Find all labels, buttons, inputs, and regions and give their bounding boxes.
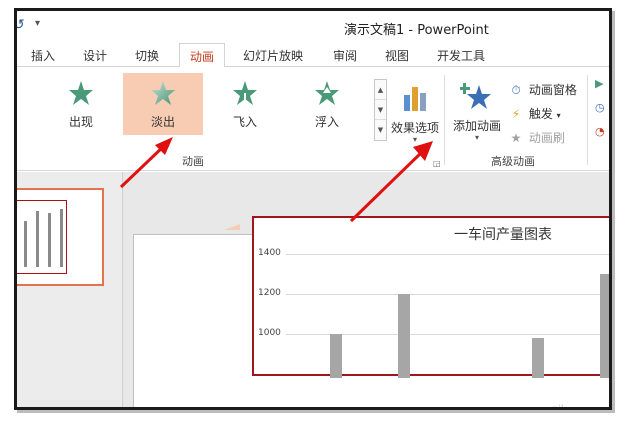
group-separator (444, 75, 445, 165)
ribbon-tabs: 插入 设计 切换 动画 幻灯片放映 审阅 视图 开发工具 (17, 43, 609, 68)
trigger-caret-icon: ▾ (556, 111, 561, 120)
chart-bar (600, 274, 609, 378)
animation-marker-icon (224, 224, 240, 230)
animation-pane-icon: ⏱ (511, 83, 521, 97)
tab-transitions[interactable]: 切换 (135, 47, 159, 64)
animation-appear-label: 出现 (68, 115, 93, 129)
chart-ytick-label: 1000 (258, 328, 281, 338)
chart-bar (398, 294, 410, 378)
gallery-scroll-up-icon[interactable]: ▲ (375, 80, 386, 100)
tab-review[interactable]: 审阅 (333, 47, 357, 64)
animation-appear[interactable]: 出现 (41, 73, 121, 135)
gallery-more-icon[interactable]: ▼ (375, 120, 386, 140)
add-animation-button[interactable]: 添加动画 ▾ (449, 81, 505, 151)
chart-bar (330, 334, 342, 378)
animation-pane-label: 动画窗格 (528, 83, 577, 97)
tab-view[interactable]: 视图 (385, 47, 409, 64)
animation-painter-button[interactable]: ★ 动画刷 (507, 129, 565, 147)
watermark-text: ail (552, 404, 564, 410)
thumbnail-bar (24, 221, 27, 267)
tab-design[interactable]: 设计 (83, 47, 107, 64)
animation-group-label: 动画 (182, 155, 204, 168)
quick-access-dropdown-icon[interactable]: ▾ (35, 18, 40, 29)
tab-animations[interactable]: 动画 (179, 43, 226, 68)
screenshot-frame: ↺ ▾ 演示文稿1 - PowerPoint 插入 设计 切换 动画 幻灯片放映… (14, 8, 612, 410)
animation-painter-icon: ★ (510, 131, 522, 145)
animation-fly-in-label: 飞入 (232, 115, 257, 129)
trigger-label: 触发 (528, 107, 553, 121)
tab-insert[interactable]: 插入 (31, 47, 55, 64)
thumbnail-chart (17, 200, 67, 274)
annotation-arrow-effect-options (349, 141, 433, 223)
thumbnail-bar (48, 213, 51, 267)
thumbnail-bar (36, 211, 39, 267)
trigger-button[interactable]: ⚡ 触发 ▾ (507, 105, 561, 123)
chart-object[interactable]: 一车间产量图表 1400 1200 1000 (252, 216, 609, 378)
effect-options-label: 效果选项 (390, 121, 439, 135)
start-play-icon[interactable]: ▶ (595, 77, 609, 101)
animation-fade[interactable]: 淡出 (123, 73, 203, 135)
ribbon-animations: 出现 淡出 飞入 浮入 ▲ ▼ ▼ 效果选项 ▾ 动画 ◲ 添加动画 ▾ ⏱ 动… (17, 67, 609, 171)
animation-fade-label: 淡出 (150, 115, 175, 129)
animation-float-in[interactable]: 浮入 (287, 73, 367, 135)
star-fade-icon (151, 81, 175, 105)
slide-thumbnail[interactable] (17, 188, 104, 286)
lightning-icon: ⚡ (511, 107, 521, 121)
star-fly-icon (233, 81, 257, 106)
advanced-group-label: 高级动画 (491, 155, 535, 168)
gallery-scroll-down-icon[interactable]: ▼ (375, 100, 386, 120)
chart-title: 一车间产量图表 (454, 227, 552, 243)
chart-ytick-label: 1400 (258, 248, 281, 258)
delay-icon[interactable]: ◔ (595, 125, 609, 149)
add-animation-star-icon (460, 83, 491, 109)
thumbnail-bar (60, 209, 63, 267)
tab-slideshow[interactable]: 幻灯片放映 (243, 47, 303, 64)
add-animation-caret-icon: ▾ (474, 133, 479, 142)
slide-thumbnail-pane (17, 172, 123, 407)
group-separator-2 (587, 75, 588, 165)
undo-icon[interactable]: ↺ (17, 17, 25, 33)
chart-gridline (286, 294, 609, 295)
annotation-arrow-fade (119, 137, 173, 189)
gallery-scrollbar[interactable]: ▲ ▼ ▼ (374, 79, 387, 141)
clock-icon[interactable]: ◷ (595, 101, 609, 125)
effect-options-icon (404, 87, 426, 111)
animation-gallery: 出现 淡出 飞入 浮入 ▲ ▼ ▼ (17, 73, 387, 141)
star-float-icon (315, 81, 339, 105)
window-title: 演示文稿1 - PowerPoint (344, 23, 489, 38)
tab-developer[interactable]: 开发工具 (437, 47, 485, 64)
star-appear-icon (69, 81, 93, 105)
animation-fly-in[interactable]: 飞入 (205, 73, 285, 135)
chart-bar (532, 338, 544, 378)
animation-pane-button[interactable]: ⏱ 动画窗格 (507, 81, 577, 99)
title-bar: ↺ ▾ 演示文稿1 - PowerPoint (17, 11, 609, 43)
work-area: 一车间产量图表 1400 1200 1000 ail (17, 172, 609, 410)
add-animation-label: 添加动画 (452, 119, 501, 133)
animation-painter-label: 动画刷 (528, 131, 565, 145)
animation-float-in-label: 浮入 (314, 115, 339, 129)
chart-ytick-label: 1200 (258, 288, 281, 298)
chart-gridline (286, 254, 609, 255)
timing-icons: ▶ ◷ ◔ (595, 77, 609, 149)
